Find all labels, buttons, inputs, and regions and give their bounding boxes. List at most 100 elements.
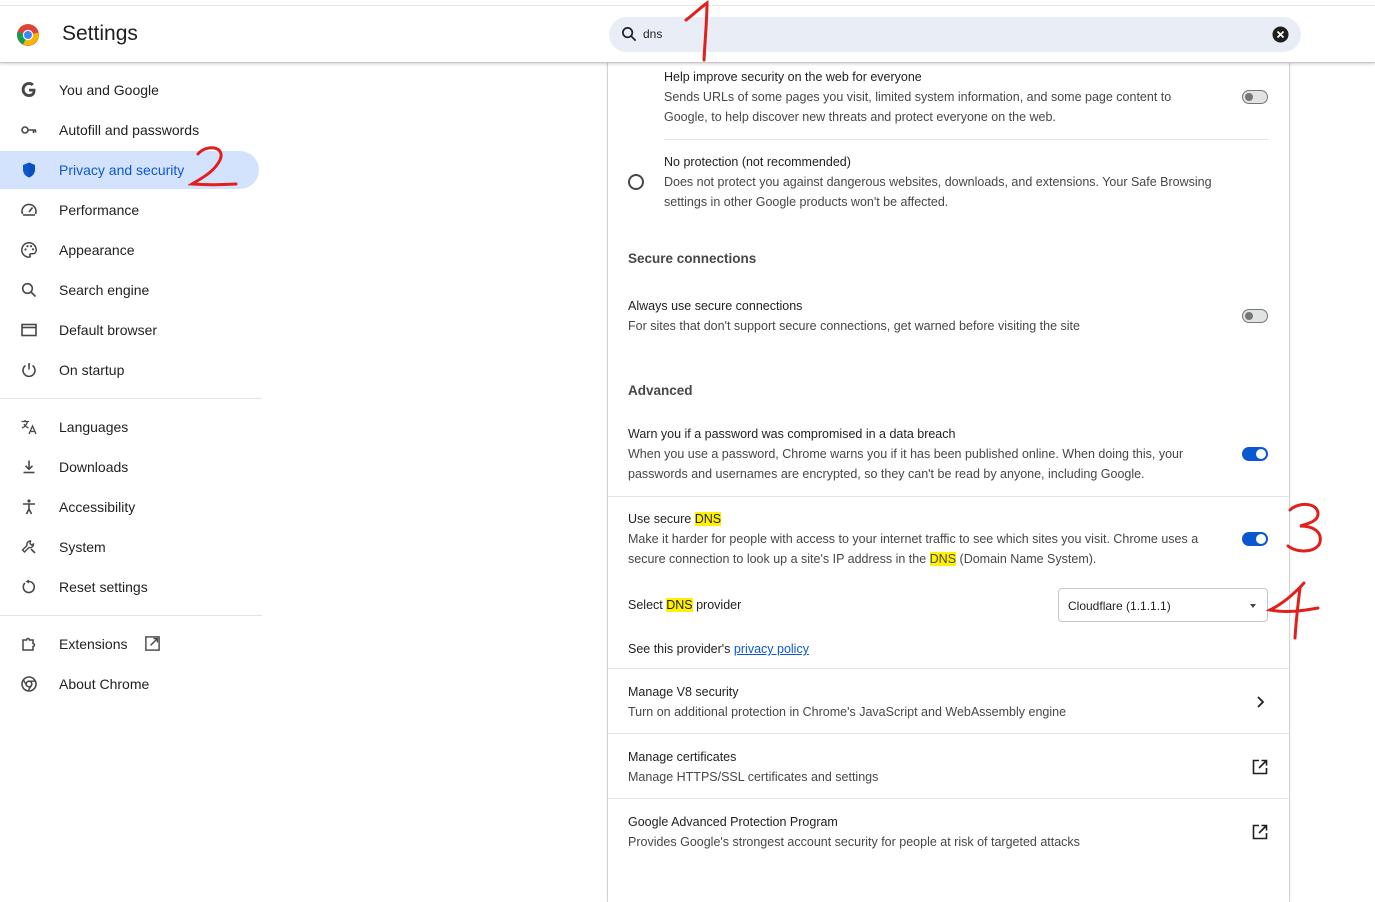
search-highlight: DNS <box>694 512 722 526</box>
sidebar-item-label: Reset settings <box>59 579 148 595</box>
shield-icon <box>23 162 35 178</box>
sidebar-item-label: About Chrome <box>59 676 150 692</box>
annotation-step-4 <box>1266 581 1320 640</box>
annotation-step-1 <box>684 0 709 62</box>
dns-provider-label: Select DNS provider <box>628 598 741 612</box>
always-secure-desc: For sites that don't support secure conn… <box>628 319 1080 333</box>
search-highlight: DNS <box>666 598 693 612</box>
dns-provider-label-text: Select <box>628 598 667 612</box>
browser-window-icon <box>21 323 37 337</box>
secure-dns-title: Use secure DNS <box>628 512 722 526</box>
sidebar-item-languages[interactable]: Languages <box>0 408 259 446</box>
help-improve-title: Help improve security on the web for eve… <box>664 70 922 84</box>
chevron-right-icon[interactable] <box>1251 693 1269 711</box>
annotation-step-2 <box>188 146 238 187</box>
search-icon <box>622 27 637 42</box>
sidebar-item-label: You and Google <box>59 82 159 98</box>
sidebar-item-performance[interactable]: Performance <box>0 191 259 229</box>
sidebar-item-default-browser[interactable]: Default browser <box>0 311 259 349</box>
page-title: Settings <box>62 22 138 45</box>
certificates-desc: Manage HTTPS/SSL certificates and settin… <box>628 770 879 784</box>
warn-breach-title: Warn you if a password was compromised i… <box>628 427 956 441</box>
secure-dns-desc-text: Make it harder for people with access to… <box>628 532 1199 566</box>
secure-dns-toggle[interactable] <box>1242 532 1268 546</box>
secure-dns-desc: Make it harder for people with access to… <box>628 529 1228 569</box>
always-secure-title: Always use secure connections <box>628 299 803 313</box>
sidebar-item-label: Search engine <box>59 282 150 298</box>
power-icon <box>22 363 36 378</box>
help-improve-desc: Sends URLs of some pages you visit, limi… <box>664 90 1172 124</box>
search-icon <box>21 282 37 298</box>
advanced-heading: Advanced <box>628 383 693 398</box>
wrench-icon <box>21 540 36 554</box>
google-g-icon <box>21 82 36 97</box>
external-link-icon[interactable] <box>1251 823 1269 841</box>
sidebar-item-accessibility[interactable]: Accessibility <box>0 488 259 526</box>
no-protection-radio[interactable] <box>628 174 644 190</box>
sidebar-item-extensions[interactable]: Extensions <box>0 625 259 663</box>
advanced-protection-desc: Provides Google's strongest account secu… <box>628 835 1080 849</box>
palette-icon <box>21 242 37 258</box>
advanced-protection-title: Google Advanced Protection Program <box>628 815 838 829</box>
sidebar-item-label: System <box>59 539 106 555</box>
privacy-policy-line: See this provider's privacy policy <box>628 642 809 656</box>
puzzle-icon <box>22 637 36 651</box>
secure-dns-title-text: Use secure <box>628 512 695 526</box>
sidebar-item-label: Privacy and security <box>59 162 185 178</box>
privacy-policy-prefix: See this provider's <box>628 642 734 656</box>
sidebar-item-search-engine[interactable]: Search engine <box>0 271 259 309</box>
dns-provider-select[interactable]: Cloudflare (1.1.1.1) <box>1058 588 1268 622</box>
sidebar-item-label: Autofill and passwords <box>59 122 200 138</box>
no-protection-desc: Does not protect you against dangerous w… <box>664 175 1212 209</box>
row-separator <box>608 798 1289 799</box>
row-separator <box>608 668 1289 669</box>
sidebar-item-on-startup[interactable]: On startup <box>0 351 259 389</box>
sidebar-item-label: Performance <box>59 202 140 218</box>
no-protection-title: No protection (not recommended) <box>664 155 851 169</box>
sidebar-item-appearance[interactable]: Appearance <box>0 231 259 269</box>
sidebar-item-label: Languages <box>59 419 129 435</box>
sidebar-item-label: Accessibility <box>59 499 136 515</box>
accessibility-icon <box>23 499 35 515</box>
reset-icon <box>22 579 36 594</box>
help-improve-toggle[interactable] <box>1242 90 1268 104</box>
secure-connections-heading: Secure connections <box>628 251 757 266</box>
sidebar-item-downloads[interactable]: Downloads <box>0 448 259 486</box>
secure-dns-desc-text: (Domain Name System). <box>956 552 1097 566</box>
sidebar-item-about-chrome[interactable]: About Chrome <box>0 665 259 703</box>
clear-search-icon[interactable] <box>1272 26 1289 43</box>
privacy-settings-card: Help improve security on the web for eve… <box>607 62 1290 902</box>
row-separator <box>664 139 1268 140</box>
chrome-logo-icon <box>17 24 39 46</box>
key-icon <box>21 126 37 134</box>
download-icon <box>23 460 35 474</box>
v8-security-title: Manage V8 security <box>628 685 739 699</box>
dns-provider-label-text: provider <box>692 598 742 612</box>
sidebar-divider <box>0 398 262 399</box>
privacy-policy-link[interactable]: privacy policy <box>734 642 809 656</box>
sidebar-item-system[interactable]: System <box>0 528 259 566</box>
external-link-icon[interactable] <box>1251 758 1269 776</box>
sidebar-item-label: Default browser <box>59 322 158 338</box>
sidebar-item-label: On startup <box>59 362 125 378</box>
warn-breach-desc: When you use a password, Chrome warns yo… <box>628 447 1184 481</box>
chrome-icon <box>21 676 37 692</box>
row-separator <box>608 496 1289 497</box>
caret-down-icon <box>1250 604 1256 608</box>
sidebar-item-label: Appearance <box>59 242 135 258</box>
translate-icon <box>21 420 37 435</box>
always-secure-toggle[interactable] <box>1242 309 1268 323</box>
sidebar-item-you-and-google[interactable]: You and Google <box>0 71 259 109</box>
sidebar-item-label: Downloads <box>59 459 129 475</box>
sidebar-divider <box>0 615 262 616</box>
dns-provider-value: Cloudflare (1.1.1.1) <box>1068 599 1171 613</box>
warn-breach-toggle[interactable] <box>1242 447 1268 461</box>
search-highlight: DNS <box>929 552 957 566</box>
external-link-icon <box>145 636 160 651</box>
row-separator <box>608 733 1289 734</box>
search-input[interactable] <box>643 23 1243 45</box>
sidebar-item-reset-settings[interactable]: Reset settings <box>0 568 259 606</box>
speedometer-icon <box>21 203 37 216</box>
annotation-step-3 <box>1286 503 1322 553</box>
certificates-title: Manage certificates <box>628 750 737 764</box>
